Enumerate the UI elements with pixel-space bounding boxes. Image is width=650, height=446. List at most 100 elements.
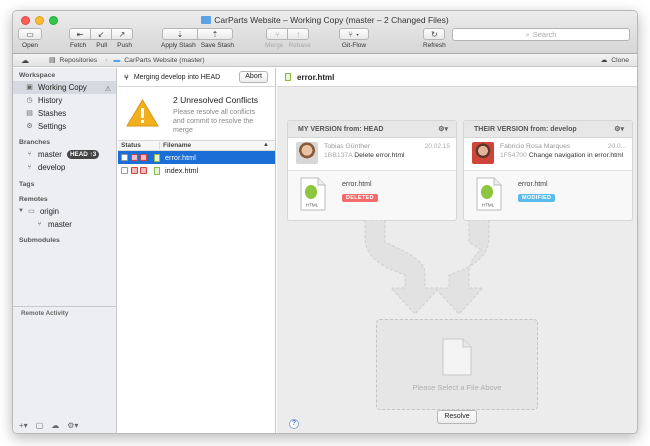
titlebar: CarParts Website – Working Copy (master … [13,11,637,54]
refresh-button[interactable]: ↻ Refresh [423,28,446,49]
cloud-icon[interactable]: ☁ [21,56,29,65]
pull-icon[interactable]: ↙ [90,28,112,40]
my-version-title: MY VERSION from: HEAD ⚙▾ [288,121,456,138]
merge-arrows-icon [364,220,490,315]
abort-button[interactable]: Abort [239,71,268,83]
save-stash-label: Save Stash [200,42,234,49]
conflict-status-icon [140,154,147,161]
file-row-error-html[interactable]: error.html [118,151,275,164]
apply-stash-label: Apply Stash [161,42,196,49]
warning-icon [126,99,159,127]
svg-text:HTML: HTML [482,203,495,208]
blank-document-icon [442,338,472,375]
result-drop-zone: Please Select a File Above [376,319,538,410]
file-list-pane: ⑂ Merging develop into HEAD Abort 2 Unre… [118,68,276,433]
apply-stash-icon[interactable]: ⇣ [161,28,198,40]
save-stash-icon[interactable]: ⇡ [196,28,233,40]
box-icon[interactable]: ▢ [36,421,44,430]
fetch-pull-push-group: ⇤ ↙ ↗ Fetch Pull Push [69,28,133,49]
submodules-header[interactable]: Submodules [13,235,116,246]
merge-icon[interactable]: ⑂ [266,28,289,40]
conflict-detail-pane: error.html MY VERSION from: HEAD ⚙▾ Tobi… [277,68,637,433]
html-file-icon [285,73,291,81]
sidebar-item-settings[interactable]: ⚙ Settings [13,120,116,133]
conflict-subtitle: Please resolve all conflicts and commit … [173,109,256,134]
commit-date: 20.02.15 [424,143,450,150]
filename-column-header[interactable]: Filename [159,142,191,149]
my-version-panel[interactable]: MY VERSION from: HEAD ⚙▾ Tobias Günther … [287,120,457,221]
status-column-header[interactable]: Status [121,142,159,149]
workspace-header: Workspace [19,72,56,79]
sidebar-item-branch-master[interactable]: ⑂ master HEAD ↑3 [13,148,116,161]
file-name: error.html [518,181,548,188]
avatar [296,142,318,164]
stage-checkbox[interactable] [121,154,128,161]
remote-activity-label: Remote Activity [13,306,116,317]
breadcrumb-repo[interactable]: CarParts Website (master) [124,57,204,64]
sidebar-item-working-copy[interactable]: ▣ Working Copy ⚠ [13,81,116,94]
html-document-icon: HTML [300,177,326,211]
commit-message: Change navigation in error.html [528,152,624,159]
gitflow-button[interactable]: ⑂ ▾ Git-Flow [339,28,369,49]
merge-status-bar: ⑂ Merging develop into HEAD Abort [118,68,275,87]
their-version-panel[interactable]: THEIR VERSION from: develop ⚙▾ Fabricio … [463,120,633,221]
push-label: Push [117,42,132,49]
disclosure-triangle-icon[interactable]: ▼ [18,205,24,218]
rebase-label: Rebase [288,42,311,49]
branches-header: Branches [19,139,50,146]
gear-icon[interactable]: ⚙▾ [438,125,448,133]
folder-icon: ▬ [113,56,121,64]
fetch-icon[interactable]: ⇤ [69,28,91,40]
repositories-icon: ▤ [49,57,56,64]
gear-icon[interactable]: ⚙▾ [614,125,624,133]
merge-label: Merge [265,42,284,49]
modified-badge: MODIFIED [518,194,556,202]
window-title: CarParts Website – Working Copy (master … [13,15,637,25]
html-document-icon: HTML [476,177,502,211]
cloud-icon[interactable]: ☁ [51,421,59,430]
conflict-status-icon [140,167,147,174]
path-bar: ☁ ▤ Repositories › ▬ CarParts Website (m… [13,54,637,67]
merge-rebase-group: ⑂ ↑ Merge Rebase [265,28,311,49]
breadcrumb-repositories[interactable]: Repositories [59,57,97,64]
drop-zone-text: Please Select a File Above [412,382,502,392]
open-button[interactable]: ▭ Open [18,28,42,49]
branch-icon: ⑂ [37,221,42,228]
file-row-index-html[interactable]: index.html [118,164,275,177]
sort-ascending-icon[interactable]: ▲ [263,142,269,148]
stage-checkbox[interactable] [121,167,128,174]
clone-button[interactable]: Clone [611,57,629,64]
sidebar-item-stashes[interactable]: ▤ Stashes [13,107,116,120]
working-copy-icon: ▣ [26,84,33,91]
conflict-title: 2 Unresolved Conflicts [173,95,259,105]
remote-icon: ▭ [28,208,35,215]
sidebar-item-remote-master[interactable]: ⑂ master [13,218,116,231]
folder-icon [201,16,212,24]
commit-author: Fabricio Rosa Marques [500,143,571,150]
sidebar-item-remote-origin[interactable]: ▼ ▭ origin [13,205,116,218]
gear-icon[interactable]: ⚙▾ [67,421,78,430]
help-icon[interactable]: ? [289,419,299,429]
their-version-title: THEIR VERSION from: develop ⚙▾ [464,121,632,138]
pull-label: Pull [96,42,108,49]
clone-icon: ☁ [600,57,608,64]
commit-author: Tobias Günther [324,143,371,150]
their-version-commit: Fabricio Rosa Marques 1F54700 Change nav… [464,138,632,171]
branch-icon: ⑂ [27,164,32,171]
their-version-file: HTML error.html MODIFIED [464,171,632,211]
push-icon[interactable]: ↗ [111,28,133,40]
sidebar-item-history[interactable]: ◷ History [13,94,116,107]
search-input[interactable]: ⌕ Search [452,28,630,41]
sidebar-item-branch-develop[interactable]: ⑂ develop [13,161,116,174]
tags-header[interactable]: Tags [13,179,116,190]
conflict-status-icon [131,167,138,174]
breadcrumb-separator-icon: › [105,56,108,64]
commit-hash: 1BB137A [324,152,353,159]
resolve-button[interactable]: Resolve [437,410,477,424]
stash-group: ⇣ ⇡ Apply Stash Save Stash [161,28,234,49]
branch-icon: ⑂ [27,151,32,158]
clock-icon: ◷ [26,97,33,104]
add-icon[interactable]: +▾ [19,421,28,430]
search-icon: ⌕ [525,29,530,39]
rebase-icon[interactable]: ↑ [287,28,310,40]
